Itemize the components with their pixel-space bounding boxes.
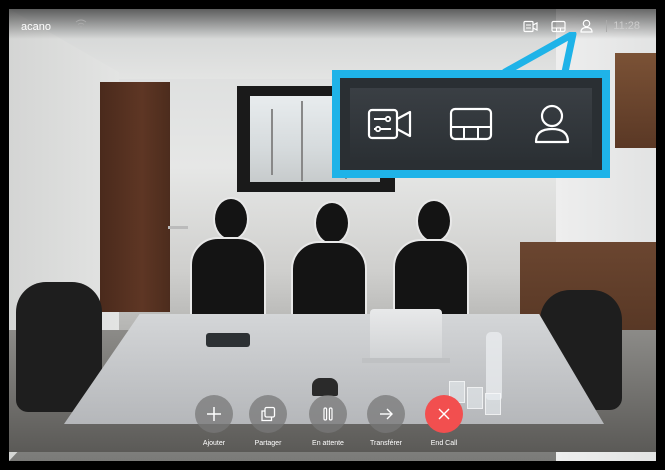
add-label: Ajouter: [202, 440, 226, 447]
end-call-label: End Call: [430, 440, 458, 447]
share-icon: [249, 395, 287, 433]
self-view-icon: [528, 100, 576, 148]
add-button[interactable]: Ajouter: [191, 395, 237, 447]
clock: 11:28: [606, 20, 640, 32]
layout-icon: [447, 100, 495, 148]
room-door: [100, 82, 170, 312]
brand-name: acano: [21, 21, 51, 33]
call-controls: Ajouter Partager En attente Transférer E…: [191, 395, 469, 461]
close-icon: [425, 395, 463, 433]
transfer-label: Transférer: [369, 440, 403, 447]
share-button[interactable]: Partager: [245, 395, 291, 447]
transfer-button[interactable]: Transférer: [363, 395, 409, 447]
wifi-icon: [75, 18, 87, 33]
hold-button[interactable]: En attente: [305, 395, 351, 447]
magnified-callout: [332, 70, 610, 178]
arrow-right-icon: [367, 395, 405, 433]
pause-icon: [309, 395, 347, 433]
camera-control-icon: [366, 100, 414, 148]
laptop: [370, 309, 442, 361]
share-label: Partager: [254, 440, 282, 447]
end-call-button[interactable]: End Call: [421, 395, 467, 447]
hold-label: En attente: [312, 440, 344, 447]
conference-phone: [206, 333, 250, 347]
plus-icon: [195, 395, 233, 433]
